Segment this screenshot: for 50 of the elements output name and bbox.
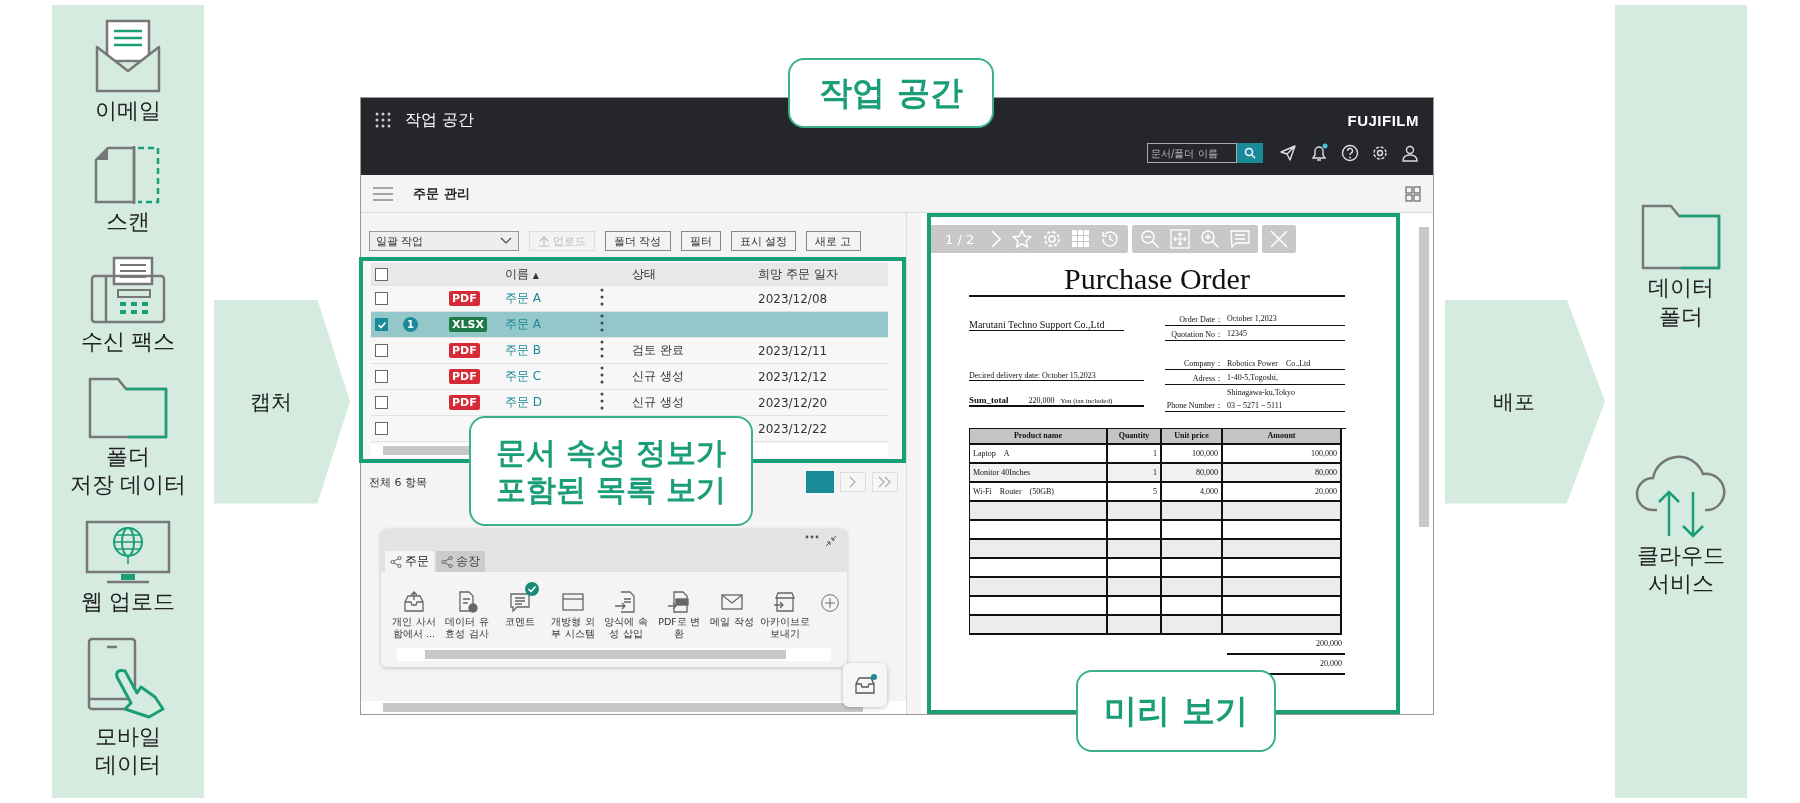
table-header-cell: Amount — [1223, 428, 1342, 445]
field-label: Order Date： — [1179, 314, 1223, 324]
file-type-badge: PDF — [449, 343, 480, 358]
source-label: 웹 업로드 — [80, 588, 176, 617]
table-cell: 2023/12/11 — [758, 343, 828, 358]
item-count: 전체 6 항목 — [369, 474, 427, 490]
destination-label: 클라우드 서비스 — [1637, 541, 1725, 599]
sum-label: Sum_total — [969, 394, 1009, 405]
field-label: Company： — [1183, 358, 1223, 368]
document-title: Purchase Order — [969, 263, 1345, 297]
table-cell: 검토 완료 — [632, 343, 684, 357]
source-label: 모바일 데이터 — [95, 722, 161, 780]
file-type-badge: PDF — [449, 395, 480, 410]
table-cell: 2023/12/08 — [758, 291, 828, 306]
table-cell: 2023/12/12 — [758, 369, 828, 384]
buyer-name: Marutani Techno Support Co.,Ltd — [969, 318, 1124, 331]
field-value: October 1,2023 — [1227, 313, 1278, 325]
callout-tooltip: 작업 공간 — [788, 58, 994, 128]
count-badge: 1 — [403, 317, 418, 332]
field-label: Quotation No： — [1171, 329, 1223, 339]
file-type-badge: PDF — [449, 291, 480, 306]
field-value: 12345 — [1227, 328, 1248, 340]
source-label: 폴더 저장 데이터 — [69, 442, 187, 500]
file-type-badge: XLSX — [449, 317, 487, 332]
field-value: Shinagawa-ku,Tokyo — [1227, 387, 1297, 397]
field-label: Adress： — [1192, 373, 1223, 383]
table-cell: 2023/12/22 — [758, 421, 828, 436]
table-cell: 2023/12/20 — [758, 395, 828, 410]
field-value: 1-40-5,Togoshi, — [1227, 372, 1279, 384]
field-label: Phone Number： — [1166, 400, 1223, 410]
field-value: 03－5271－5111 — [1227, 399, 1284, 411]
total-cell: 200,000 — [1227, 634, 1345, 655]
source-label: 스캔 — [106, 207, 150, 236]
callout-tooltip: 미리 보기 — [1076, 670, 1276, 752]
table-header-cell: Product name — [970, 428, 1108, 445]
table-header-cell: Unit price — [1162, 428, 1223, 445]
table-header-cell: Quantity — [1108, 428, 1162, 445]
source-label: 이메일 — [95, 97, 161, 125]
page-title: 주문 관리 — [413, 184, 470, 203]
table-cell: 신규 생성 — [632, 369, 684, 383]
source-label: 수신 팩스 — [80, 328, 176, 357]
delivery-date: Decired delivery date: October 15,2023 — [969, 370, 1144, 381]
sum-value: 220,000 — [1028, 395, 1055, 405]
brand-logo: FUJIFILM — [1347, 111, 1419, 129]
destination-label: 데이터 폴더 — [1648, 274, 1714, 331]
file-type-badge: PDF — [449, 369, 480, 384]
app-title: 작업 공간 — [405, 109, 475, 131]
callout-tooltip: 문서 속성 정보가 포함된 목록 보기 — [469, 416, 753, 526]
table-cell: 신규 생성 — [632, 395, 684, 409]
field-value: Robotics Power Co.,Ltd — [1227, 357, 1312, 369]
